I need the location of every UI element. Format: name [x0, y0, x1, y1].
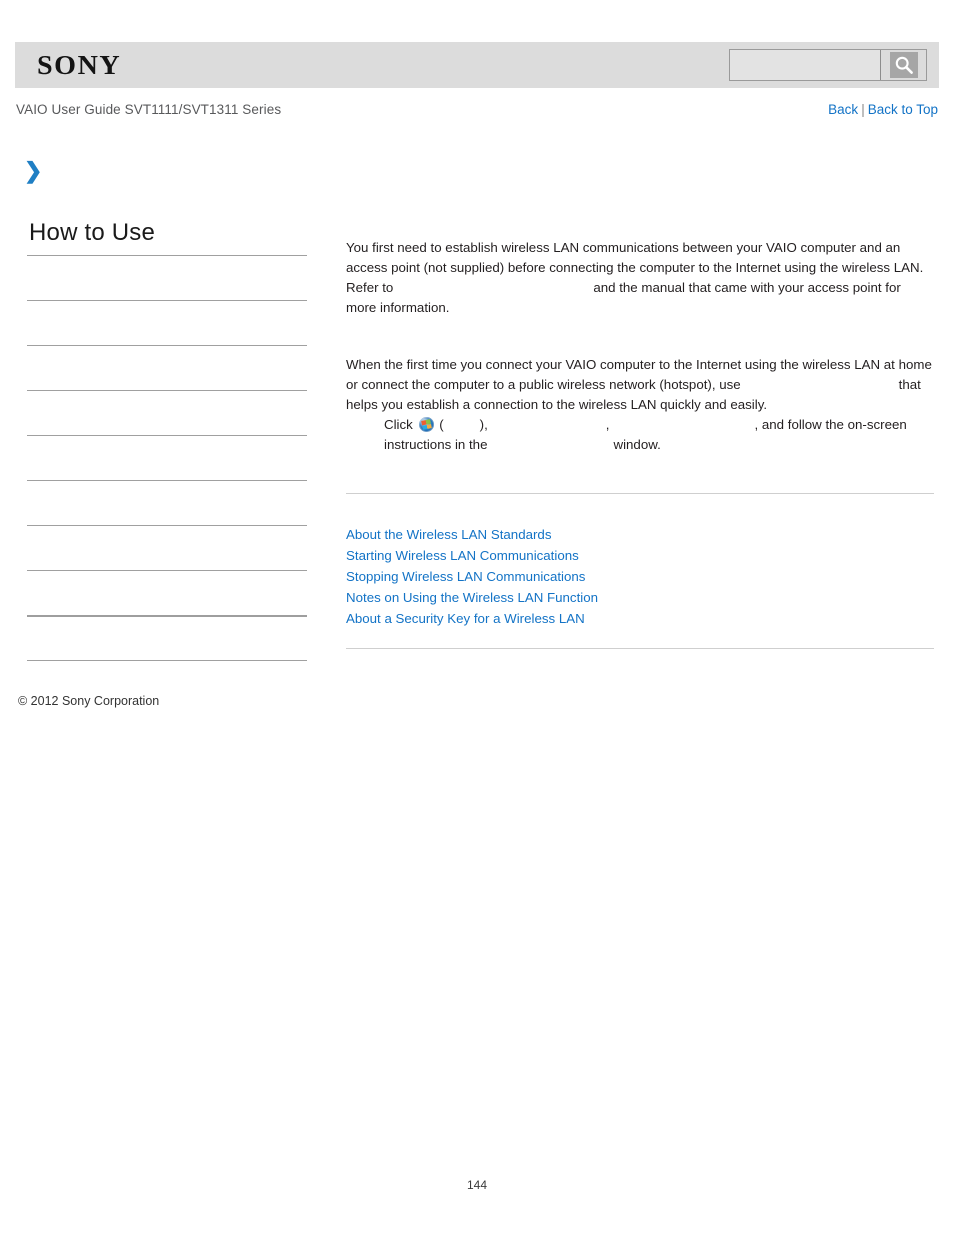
paragraph-2-text-a: When the first time you connect your VAI…	[346, 357, 932, 392]
content-divider-top	[346, 493, 934, 494]
search-input[interactable]	[730, 50, 880, 80]
list-item: Starting Wireless LAN Communications	[346, 545, 934, 566]
search-area	[729, 49, 927, 81]
related-link-1[interactable]: Starting Wireless LAN Communications	[346, 548, 579, 563]
related-link-4[interactable]: About a Security Key for a Wireless LAN	[346, 611, 585, 626]
search-button[interactable]	[880, 50, 926, 80]
paragraph-3: Click (),, , and follow the on-screen ins…	[346, 415, 934, 455]
back-link[interactable]: Back	[828, 102, 858, 117]
document-page: SONY VAIO User Guide SVT1111/SVT1311 Ser…	[0, 0, 954, 1235]
nav-separator: |	[861, 102, 865, 117]
list-item: Stopping Wireless LAN Communications	[346, 566, 934, 587]
open-paren: (	[439, 417, 444, 432]
sidebar-item-9[interactable]	[27, 660, 307, 661]
page-number: 144	[466, 1178, 488, 1192]
back-to-top-link[interactable]: Back to Top	[868, 102, 938, 117]
copyright-text: © 2012 Sony Corporation	[18, 694, 160, 708]
related-link-0[interactable]: About the Wireless LAN Standards	[346, 527, 551, 542]
paragraph-2: When the first time you connect your VAI…	[346, 355, 934, 415]
paragraph-1-text-b: and the manual that came with your acces…	[346, 280, 901, 315]
sidebar-item-3[interactable]	[27, 390, 307, 435]
close-paren: ),	[479, 417, 488, 432]
related-links-block: About the Wireless LAN Standards Startin…	[346, 524, 934, 629]
click-label: Click	[384, 417, 413, 432]
paragraph-1: You first need to establish wireless LAN…	[346, 238, 934, 318]
sidebar-heading: How to Use	[29, 219, 156, 246]
content-divider-bottom	[346, 648, 934, 649]
nav-links: Back | Back to Top	[828, 102, 938, 117]
inline-comma: ,	[605, 417, 610, 432]
paragraph-3-text-a: , and follow the on-screen	[754, 417, 907, 432]
header-band: SONY	[15, 42, 939, 88]
sidebar-item-8[interactable]	[27, 615, 307, 660]
windows-start-orb-icon[interactable]	[418, 417, 434, 432]
paragraph-3-text-c: window.	[613, 437, 661, 452]
sidebar-item-4[interactable]	[27, 435, 307, 480]
main-content: You first need to establish wireless LAN…	[346, 238, 934, 455]
sidebar-item-0[interactable]	[27, 255, 307, 300]
document-title: VAIO User Guide SVT1111/SVT1311 Series	[16, 102, 282, 117]
chevron-right-icon: ❯	[24, 158, 43, 183]
list-item: About the Wireless LAN Standards	[346, 524, 934, 545]
sidebar: How to Use	[27, 218, 307, 661]
related-links-list: About the Wireless LAN Standards Startin…	[346, 524, 934, 629]
sidebar-item-1[interactable]	[27, 300, 307, 345]
paragraph-3-text-b: instructions in the	[384, 437, 488, 452]
related-link-2[interactable]: Stopping Wireless LAN Communications	[346, 569, 585, 584]
list-item: Notes on Using the Wireless LAN Function	[346, 587, 934, 608]
list-item: About a Security Key for a Wireless LAN	[346, 608, 934, 629]
sony-logo: SONY	[37, 50, 122, 80]
sidebar-item-7[interactable]	[27, 570, 307, 615]
sidebar-item-6[interactable]	[27, 525, 307, 570]
search-icon	[889, 52, 918, 78]
nav-row: VAIO User Guide SVT1111/SVT1311 Series B…	[16, 102, 938, 117]
sidebar-item-5[interactable]	[27, 480, 307, 525]
sidebar-item-2[interactable]	[27, 345, 307, 390]
related-link-3[interactable]: Notes on Using the Wireless LAN Function	[346, 590, 598, 605]
